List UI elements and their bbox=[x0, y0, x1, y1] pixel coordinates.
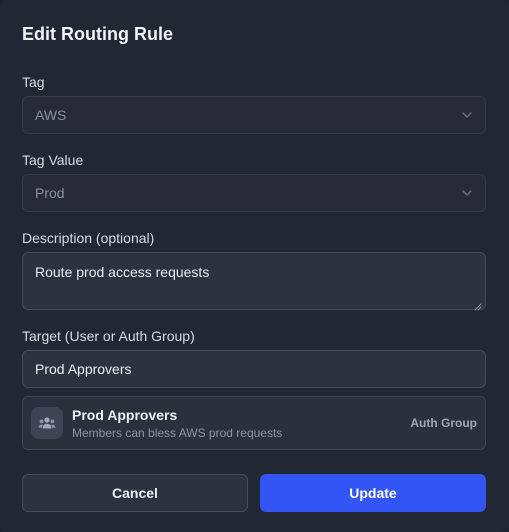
users-group-icon bbox=[31, 407, 63, 439]
edit-routing-rule-dialog: Edit Routing Rule Tag AWS Tag Value Prod… bbox=[0, 0, 509, 532]
description-textarea[interactable]: Route prod access requests bbox=[22, 252, 486, 311]
chevron-down-icon bbox=[461, 109, 473, 121]
tag-value-label: Tag Value bbox=[22, 152, 84, 168]
suggestion-type-badge: Auth Group bbox=[410, 416, 477, 430]
dialog-title: Edit Routing Rule bbox=[22, 24, 173, 44]
tag-select[interactable]: AWS bbox=[22, 96, 486, 134]
target-label: Target (User or Auth Group) bbox=[22, 328, 195, 344]
tag-value-select-value: Prod bbox=[35, 185, 65, 201]
suggestion-text: Prod Approvers Members can bless AWS pro… bbox=[72, 407, 410, 440]
target-suggestion-item[interactable]: Prod Approvers Members can bless AWS pro… bbox=[22, 396, 486, 450]
target-input[interactable]: Prod Approvers bbox=[22, 350, 486, 388]
resize-handle-icon[interactable] bbox=[474, 298, 482, 311]
description-text: Route prod access requests bbox=[35, 264, 210, 280]
suggestion-name: Prod Approvers bbox=[72, 406, 178, 423]
description-label: Description (optional) bbox=[22, 230, 155, 246]
tag-value-select[interactable]: Prod bbox=[22, 174, 486, 212]
update-button[interactable]: Update bbox=[260, 474, 486, 512]
cancel-button[interactable]: Cancel bbox=[22, 474, 248, 512]
tag-select-value: AWS bbox=[35, 107, 67, 123]
suggestion-description: Members can bless AWS prod requests bbox=[72, 425, 283, 440]
target-input-value: Prod Approvers bbox=[35, 361, 132, 377]
chevron-down-icon bbox=[461, 187, 473, 199]
tag-label: Tag bbox=[22, 74, 45, 90]
